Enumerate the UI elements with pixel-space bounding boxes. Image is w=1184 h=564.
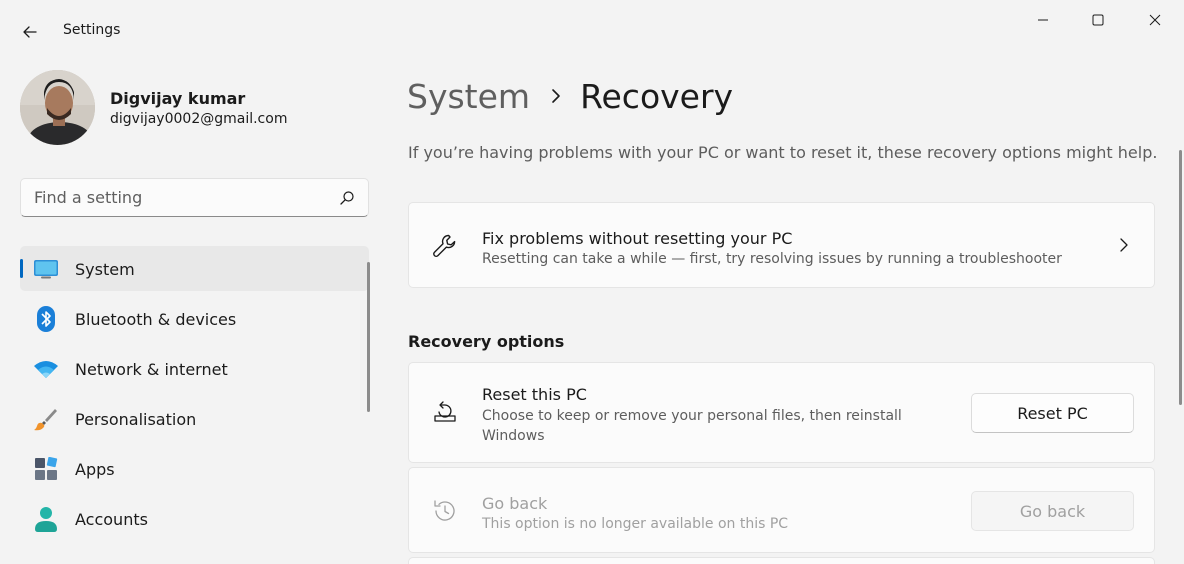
maximize-icon [1092,14,1104,26]
next-card [408,557,1155,564]
close-icon [1149,14,1161,26]
breadcrumb-parent[interactable]: System [407,77,530,116]
card-title: Fix problems without resetting your PC [482,229,793,248]
minimize-icon [1038,19,1048,21]
sidebar-scrollbar[interactable] [367,262,370,412]
chevron-right-icon [1120,238,1128,252]
sidebar-item-network[interactable]: Network & internet [20,346,369,391]
fix-problems-card[interactable]: Fix problems without resetting your PC R… [408,202,1155,288]
user-email: digvijay0002@gmail.com [110,111,288,127]
section-heading: Recovery options [408,332,565,351]
sidebar-item-bluetooth[interactable]: Bluetooth & devices [20,296,369,341]
sidebar-item-personalisation[interactable]: Personalisation [20,396,369,441]
reset-pc-button[interactable]: Reset PC [971,393,1134,433]
sidebar-item-system[interactable]: System [20,246,369,291]
close-button[interactable] [1132,6,1178,34]
reset-pc-card: Reset this PC Choose to keep or remove y… [408,362,1155,463]
card-description: Resetting can take a while — first, try … [482,251,1062,267]
search-icon[interactable] [339,190,355,206]
user-photo-icon [20,70,95,145]
search-input[interactable] [34,188,324,207]
reset-pc-icon [431,399,459,427]
search-box[interactable] [20,178,369,217]
card-title: Go back [482,494,548,513]
breadcrumb: System Recovery [407,74,733,118]
sidebar-item-label: Accounts [75,510,148,529]
sidebar-item-apps[interactable]: Apps [20,446,369,491]
back-arrow-icon [23,26,37,38]
sidebar-item-label: Bluetooth & devices [75,310,237,329]
go-back-button: Go back [971,491,1134,531]
paintbrush-icon [33,406,59,432]
card-title: Reset this PC [482,385,587,404]
wrench-icon [431,232,459,260]
minimize-button[interactable] [1020,6,1066,34]
sidebar-item-label: Personalisation [75,410,197,429]
sidebar-nav: System Bluetooth & devices Network & int… [20,246,369,546]
active-indicator [20,259,23,278]
card-description: This option is no longer available on th… [482,516,789,532]
title-bar: Settings [0,0,1184,48]
account-icon [33,506,59,532]
bluetooth-icon [33,306,59,332]
sidebar-item-accounts[interactable]: Accounts [20,496,369,541]
wifi-icon [33,356,59,382]
card-description: Choose to keep or remove your personal f… [482,408,902,444]
avatar[interactable] [20,70,95,145]
sidebar-item-label: System [75,260,135,279]
user-name: Digvijay kumar [110,89,246,108]
maximize-button[interactable] [1075,6,1121,34]
chevron-right-icon [550,88,562,104]
app-title: Settings [63,22,121,38]
apps-icon [33,456,59,482]
back-button[interactable] [14,16,46,48]
history-icon [431,497,459,525]
monitor-icon [33,256,59,282]
go-back-card: Go back This option is no longer availab… [408,467,1155,553]
sidebar-item-label: Apps [75,460,115,479]
page-description: If you’re having problems with your PC o… [408,143,1158,162]
sidebar-item-label: Network & internet [75,360,228,379]
main-scrollbar[interactable] [1179,150,1182,405]
page-title: Recovery [580,76,734,116]
